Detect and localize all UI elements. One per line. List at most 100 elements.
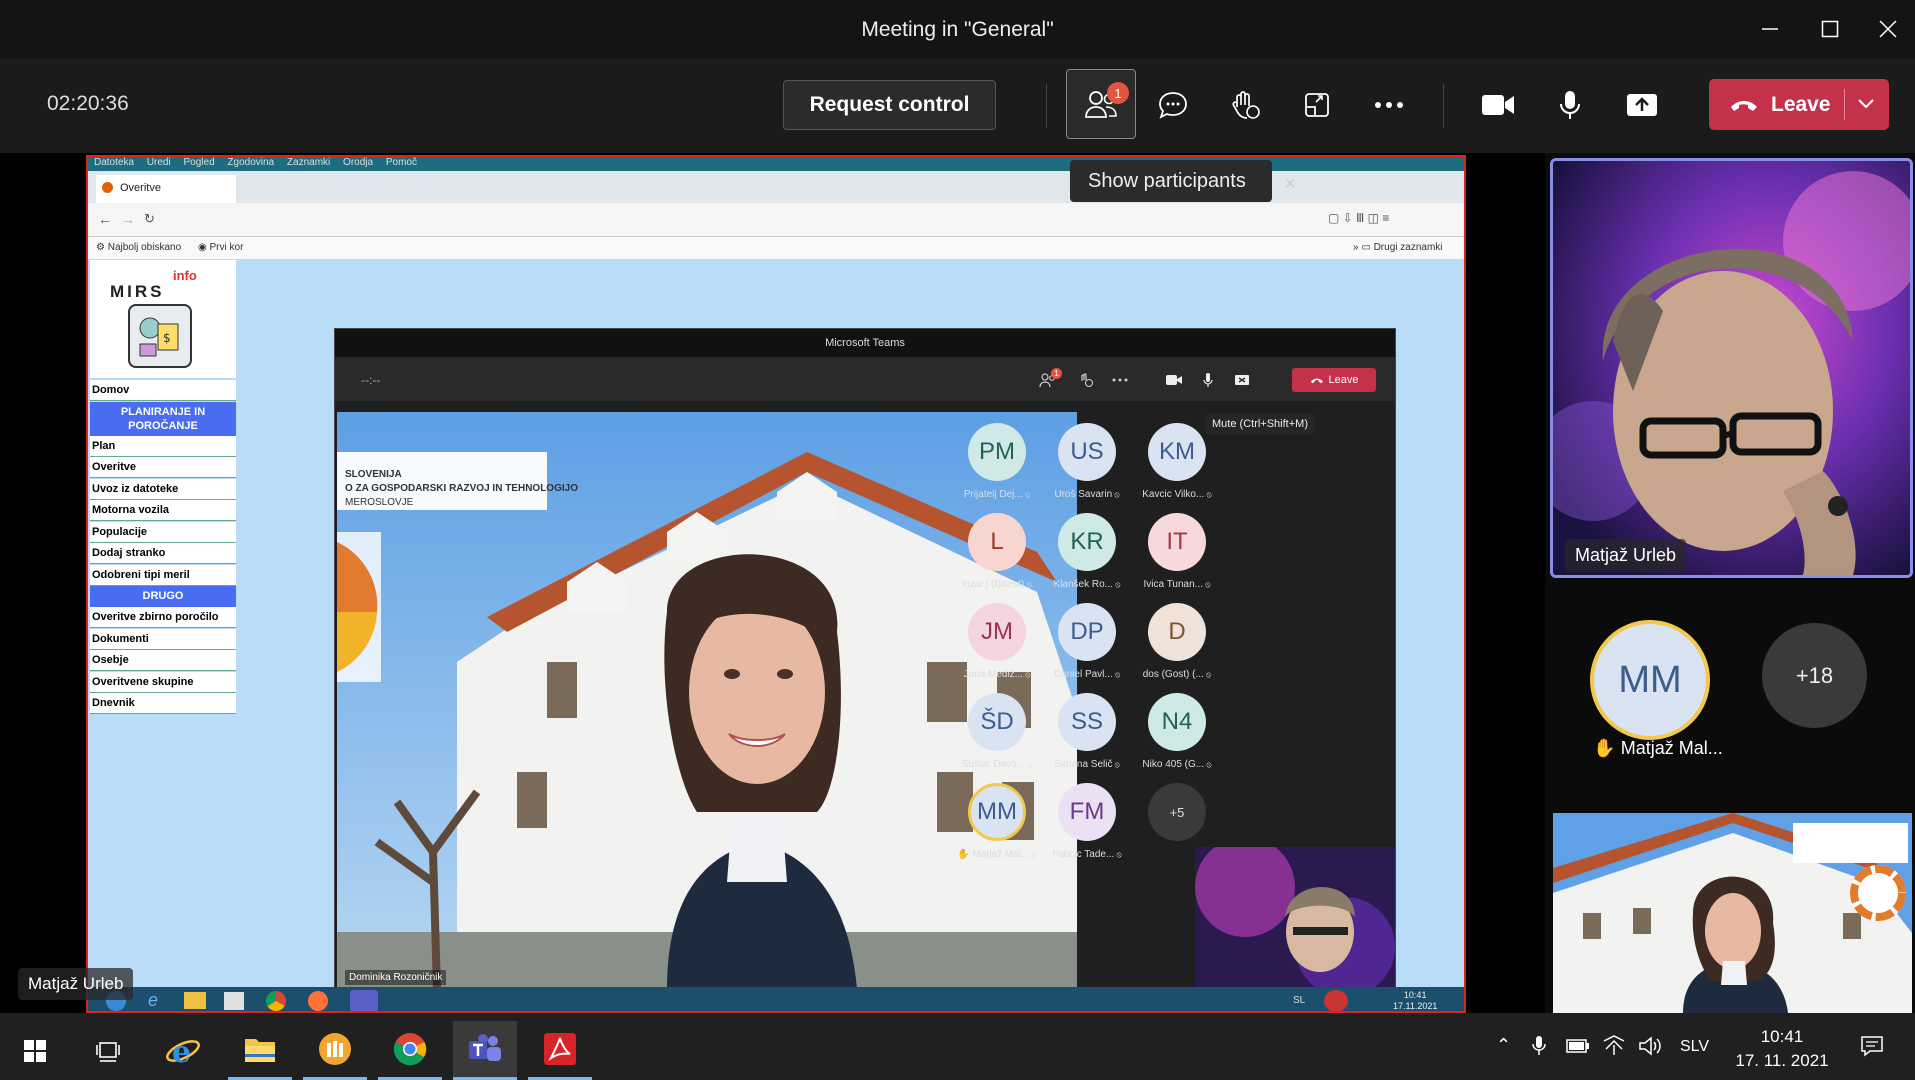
input-language[interactable]: SLV: [1680, 1038, 1709, 1056]
participant-avatar: SS: [1058, 693, 1116, 751]
participant-video-tile[interactable]: Matjaž Urleb: [1550, 158, 1913, 578]
minimize-button[interactable]: [1752, 12, 1788, 46]
muted-mic-icon: ⦸: [1112, 670, 1121, 679]
chat-button[interactable]: [1148, 80, 1198, 130]
participant-avatar: L: [968, 513, 1026, 571]
participant-name: Simona Selič ⦸: [1054, 759, 1120, 770]
remote-timer: --:--: [361, 373, 381, 387]
shared-screen: Datoteka Uredi Pogled Zgodovina Zaznamki…: [86, 155, 1466, 1013]
raised-hand-avatar[interactable]: MM: [1590, 620, 1710, 740]
file-explorer-button[interactable]: [228, 1021, 292, 1080]
mirs-section-header: PLANIRANJE IN POROČANJE: [90, 401, 236, 436]
remote-teams-toolbar: --:-- 1 Leave: [335, 357, 1395, 401]
app-button[interactable]: [303, 1021, 367, 1080]
participant-avatar: KR: [1058, 513, 1116, 571]
remote-taskbar: e SL 10:41 17.11.2021: [88, 987, 1464, 1011]
request-control-button[interactable]: Request control: [783, 80, 996, 130]
participant-avatar: MM: [968, 783, 1026, 841]
mirs-menu-item[interactable]: Overitve zbirno poročilo: [90, 607, 236, 628]
acrobat-icon: [544, 1033, 576, 1065]
chevron-up-icon[interactable]: ⌃: [1496, 1035, 1511, 1056]
participant-avatar: D: [1148, 603, 1206, 661]
acrobat-button[interactable]: [528, 1021, 592, 1080]
app-icon: [319, 1033, 351, 1065]
show-participants-button[interactable]: 1: [1066, 69, 1136, 139]
mirs-menu-item[interactable]: Motorna vozila: [90, 500, 236, 521]
participant-name: Jana Mediž... ⦸: [963, 669, 1031, 680]
remote-browser-tab: Overitve: [96, 175, 236, 203]
network-icon[interactable]: [1602, 1035, 1626, 1057]
remote-teams-title: Microsoft Teams: [335, 329, 1395, 357]
participant-name: Niko 405 (G... ⦸: [1142, 759, 1212, 770]
muted-mic-icon: ⦸: [1204, 760, 1212, 769]
leave-label: Leave: [1771, 92, 1831, 116]
participant-name: Uroš Savarin ⦸: [1054, 489, 1120, 500]
participant-avatar: +5: [1148, 783, 1206, 841]
volume-icon[interactable]: [1638, 1035, 1662, 1057]
remote-microphone-icon: [1195, 367, 1221, 393]
more-actions-button[interactable]: [1364, 80, 1414, 130]
mirs-menu-item[interactable]: Uvoz iz datoteke: [90, 478, 236, 500]
internet-explorer-button[interactable]: e: [151, 1021, 215, 1080]
mirs-menu-item[interactable]: Overitve: [90, 457, 236, 478]
close-icon: [1879, 20, 1897, 38]
muted-mic-icon: ⦸: [1114, 850, 1122, 859]
task-view-button[interactable]: [76, 1021, 140, 1080]
remote-firefox-icon: [308, 991, 328, 1011]
mirs-menu-item[interactable]: Odobreni tipi meril: [90, 564, 236, 586]
tooltip-close-icon[interactable]: ×: [1278, 172, 1302, 196]
minimize-icon: [1762, 28, 1778, 30]
participant-avatar: ŠD: [968, 693, 1026, 751]
taskbar-clock[interactable]: 10:41 17. 11. 2021: [1722, 1025, 1842, 1073]
mirs-menu-item[interactable]: Dodaj stranko: [90, 543, 236, 564]
participant-avatar: US: [1058, 423, 1116, 481]
maximize-button[interactable]: [1812, 12, 1848, 46]
camera-button[interactable]: [1473, 80, 1523, 130]
participant-avatar: DP: [1058, 603, 1116, 661]
mirs-menu-item[interactable]: Osebje: [90, 650, 236, 671]
remote-menu-item: Zaznamki: [286, 157, 331, 168]
window-title-bar: Meeting in "General": [0, 0, 1915, 58]
share-screen-button[interactable]: [1617, 80, 1667, 130]
mirs-emblem: $: [128, 304, 192, 368]
mirs-menu-item[interactable]: Dnevnik: [90, 693, 236, 714]
reactions-button[interactable]: [1220, 80, 1270, 130]
participants-badge: 1: [1107, 82, 1129, 104]
chrome-button[interactable]: [378, 1021, 442, 1080]
svg-text:$: $: [163, 331, 171, 345]
mirs-menu-item[interactable]: Overitvene skupine: [90, 671, 236, 693]
overflow-participants-button[interactable]: +18: [1762, 623, 1867, 728]
mirs-menu-item[interactable]: Dokumenti: [90, 628, 236, 650]
start-button[interactable]: [3, 1021, 67, 1080]
browser-tool-icons: ▢ ⇩ Ⅲ ◫ ≡: [1328, 211, 1390, 225]
remote-camera-icon: [1161, 367, 1187, 393]
speaker-thumbnail-video[interactable]: [1553, 813, 1912, 1013]
mirs-menu-item[interactable]: Domov: [90, 380, 236, 401]
internet-explorer-icon: e: [166, 1035, 200, 1069]
muted-mic-icon: ⦸: [1112, 760, 1120, 769]
leave-button[interactable]: Leave: [1709, 79, 1889, 130]
participant-avatar: PM: [968, 423, 1026, 481]
teams-button[interactable]: [453, 1021, 517, 1080]
remote-media-icon: [224, 992, 244, 1010]
microphone-button[interactable]: [1545, 80, 1595, 130]
battery-icon[interactable]: [1566, 1037, 1590, 1055]
chevron-down-icon[interactable]: [1857, 98, 1875, 110]
presenter-name-label: Matjaž Urleb: [18, 968, 134, 1000]
mirs-menu-item[interactable]: Plan: [90, 435, 236, 457]
muted-mic-icon: ⦸: [1112, 490, 1120, 499]
chrome-icon: [393, 1033, 427, 1066]
notifications-icon[interactable]: [1860, 1035, 1884, 1057]
muted-mic-icon: ⦸: [1024, 760, 1033, 769]
remote-more-icon: [1107, 367, 1133, 393]
toolbar-divider: [1443, 84, 1444, 128]
remote-menu-item: Orodja: [343, 157, 374, 168]
toolbar-divider: [1046, 84, 1047, 128]
close-button[interactable]: [1870, 12, 1906, 46]
remote-folder-icon: [184, 992, 206, 1009]
meeting-toolbar: 02:20:36 Request control 1 Leave: [0, 58, 1915, 153]
rooms-button[interactable]: [1292, 80, 1342, 130]
mirs-menu-item[interactable]: Populacije: [90, 521, 236, 543]
rooms-icon: [1305, 93, 1329, 117]
microphone-tray-icon[interactable]: [1532, 1035, 1546, 1057]
